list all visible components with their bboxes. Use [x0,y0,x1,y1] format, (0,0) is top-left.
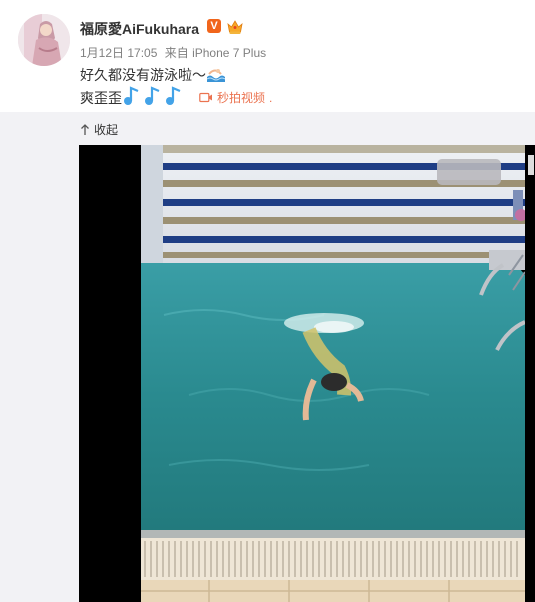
collapse-label[interactable]: 收起 [94,121,118,138]
post-text-line2: 爽歪歪 [80,90,122,106]
post-text-line1: 好久都没有游泳啦～ [80,67,206,83]
video-link-label[interactable]: 秒拍视频 [217,89,265,106]
music-note-icon [166,86,181,105]
verified-badge[interactable]: V [207,19,221,33]
music-note-icon [145,86,160,105]
post-date[interactable]: 1月12日 17:05 [80,46,157,60]
weibo-post-header: 福原愛AiFukuhara V 1月12日 17:05 来自 iPhone 7 … [0,0,535,112]
user-avatar[interactable] [18,14,70,66]
collapse-button[interactable]: 收起 [80,121,118,138]
avatar-photo [18,14,70,66]
video-camera-icon [199,92,212,103]
swimmer-wave-icon [205,66,226,82]
username-link[interactable]: 福原愛AiFukuhara [80,19,199,39]
video-frame-image [79,145,535,602]
post-source: 来自 iPhone 7 Plus [164,46,267,60]
video-link-suffix: . [269,90,273,105]
arrow-up-icon [81,123,89,135]
post-meta: 1月12日 17:05 来自 iPhone 7 Plus [80,44,270,61]
video-player[interactable] [79,145,535,602]
music-note-icon [124,86,139,105]
music-notes-emoji [122,86,183,106]
blurred-watermark [437,159,501,185]
crown-member-icon[interactable] [226,18,244,35]
video-link[interactable]: 秒拍视频 . [199,89,272,106]
